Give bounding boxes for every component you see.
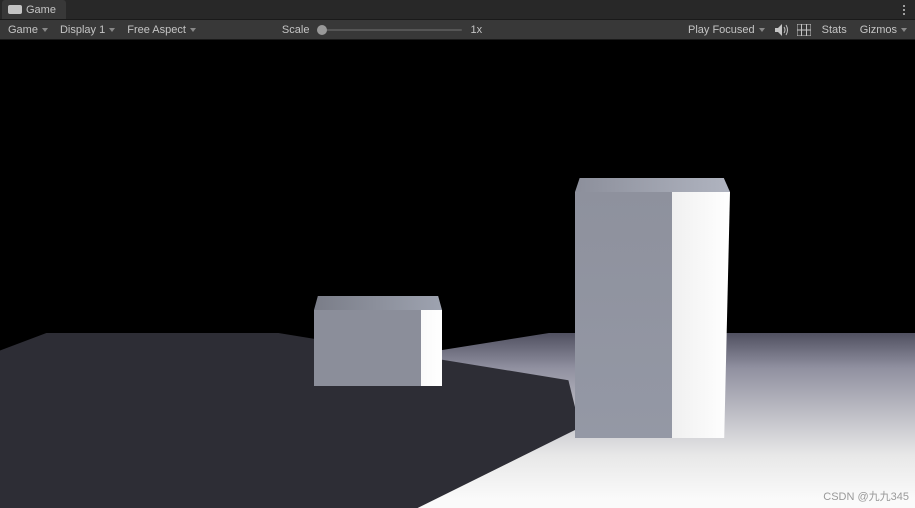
tab-bar: Game	[0, 0, 915, 20]
scene-cube-tall	[575, 178, 730, 438]
game-viewport: CSDN @九九345	[0, 40, 915, 508]
chevron-down-icon	[42, 28, 48, 32]
tab-menu-button[interactable]	[893, 0, 915, 19]
game-tab-label: Game	[26, 4, 56, 16]
grid-icon	[797, 24, 811, 36]
game-tab-icon	[8, 5, 22, 14]
display-dropdown[interactable]: Display 1	[56, 22, 119, 38]
chevron-down-icon	[190, 28, 196, 32]
audio-toggle-button[interactable]	[773, 22, 791, 38]
speaker-icon	[775, 24, 789, 36]
display-label: Display 1	[60, 24, 105, 36]
scale-label: Scale	[282, 24, 310, 36]
chevron-down-icon	[901, 28, 907, 32]
game-toolbar: Game Display 1 Free Aspect Scale 1x Play…	[0, 20, 915, 40]
view-mode-label: Game	[8, 24, 38, 36]
aspect-label: Free Aspect	[127, 24, 186, 36]
play-mode-label: Play Focused	[688, 24, 755, 36]
frame-debugger-button[interactable]	[795, 22, 813, 38]
chevron-down-icon	[759, 28, 765, 32]
scale-control: Scale 1x	[274, 24, 482, 36]
game-tab[interactable]: Game	[2, 0, 66, 19]
aspect-dropdown[interactable]: Free Aspect	[123, 22, 200, 38]
view-mode-dropdown[interactable]: Game	[4, 22, 52, 38]
gizmos-dropdown[interactable]: Gizmos	[856, 22, 911, 38]
watermark-text: CSDN @九九345	[823, 488, 909, 504]
chevron-down-icon	[109, 28, 115, 32]
gizmos-label: Gizmos	[860, 24, 897, 36]
scale-value: 1x	[470, 24, 482, 36]
stats-button[interactable]: Stats	[817, 24, 852, 36]
scene-cube-small	[314, 296, 442, 386]
scale-slider-thumb[interactable]	[317, 25, 327, 35]
play-mode-dropdown[interactable]: Play Focused	[684, 22, 769, 38]
scale-slider[interactable]	[317, 29, 462, 31]
